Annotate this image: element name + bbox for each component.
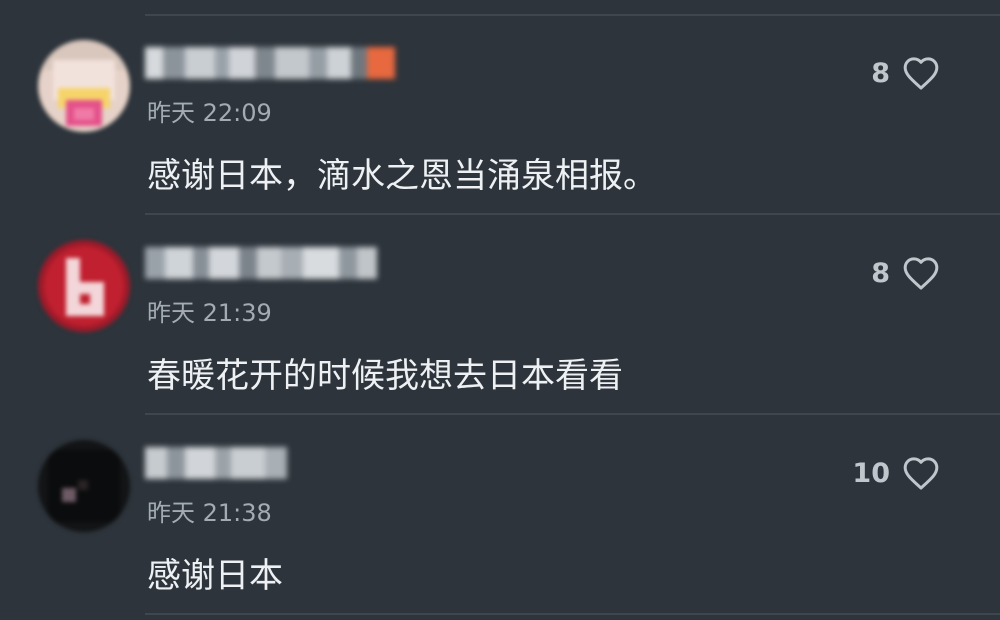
- avatar[interactable]: [38, 440, 130, 532]
- username-blurred[interactable]: [145, 447, 287, 479]
- username-blurred[interactable]: [145, 47, 400, 79]
- comment-timestamp: 昨天 21:39: [147, 299, 272, 327]
- comment-item: 昨天 22:09 8 感谢日本，滴水之恩当涌泉相报。: [0, 0, 1000, 200]
- username-blurred[interactable]: [145, 247, 377, 279]
- like-count: 10: [852, 457, 890, 489]
- like-count: 8: [871, 57, 890, 89]
- comment-text: 感谢日本: [147, 556, 283, 596]
- comment-timestamp: 昨天 22:09: [147, 99, 272, 127]
- like-button[interactable]: 8: [871, 253, 940, 293]
- heart-outline-icon: [903, 457, 939, 490]
- like-button[interactable]: 10: [852, 453, 940, 493]
- comment-item: 昨天 21:39 8 春暖花开的时候我想去日本看看: [0, 200, 1000, 400]
- comment-feed: 昨天 22:09 8 感谢日本，滴水之恩当涌泉相报。 昨天 21:39 8 春暖…: [0, 0, 1000, 620]
- heart-outline-icon: [903, 257, 939, 290]
- like-count: 8: [871, 257, 890, 289]
- comment-timestamp: 昨天 21:38: [147, 499, 272, 527]
- comment-text: 春暖花开的时候我想去日本看看: [147, 356, 623, 396]
- heart-outline-icon: [903, 57, 939, 90]
- comment-text: 感谢日本，滴水之恩当涌泉相报。: [147, 156, 657, 196]
- like-button[interactable]: 8: [871, 53, 940, 93]
- comment-item: 昨天 21:38 10 感谢日本: [0, 400, 1000, 600]
- avatar[interactable]: [38, 240, 130, 332]
- comment-divider: [145, 613, 1000, 615]
- avatar[interactable]: [38, 40, 130, 132]
